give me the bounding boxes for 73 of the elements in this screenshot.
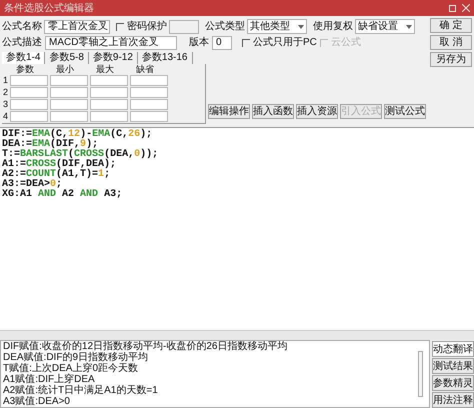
column-header: 最大 [95,64,115,74]
input-field[interactable] [50,98,88,110]
action-button[interactable]: 测试公式 [384,104,426,119]
input-field[interactable] [50,110,88,122]
panel-button[interactable]: 用法注释 [432,392,474,408]
code-line: A3:=DEA>0; [2,180,62,190]
close-icon[interactable] [462,4,470,12]
dropdown[interactable]: 缺省设置 [355,19,415,34]
action-button[interactable]: 取 消 [430,35,472,50]
caret-icon [406,24,412,28]
code-line: T:=BARSLAST(CROSS(DEA,0)); [2,150,158,160]
vertical-scrollbar[interactable] [418,351,423,397]
input-field[interactable] [90,86,128,98]
horizontal-scrollbar[interactable] [0,330,474,340]
explanation-line: A2赋值:统计T日中满足A1的天数=1 [3,385,158,396]
input-field[interactable] [50,74,88,86]
explanation-line: A3赋值:DEA>0 [3,396,70,407]
checkbox-label: 密码保护 [127,20,167,34]
input-field[interactable] [90,74,128,86]
code-line: A1:=CROSS(DIF,DEA); [2,160,116,170]
action-button[interactable]: 编辑操作 [208,104,250,119]
text-field[interactable]: 0 [212,36,232,50]
panel-button[interactable]: 参数精灵 [432,375,474,391]
text-field[interactable]: 零上首次金叉 [44,20,110,34]
code-editor[interactable]: DIF:=EMA(C,12)-EMA(C,26); DEA:=EMA(DIF,9); T:=BARSLAST(CROSS(DEA,0)); A1:=CROSS(DIF,DEA); A2:=COUNT(A1,T)=1; A3:=DEA>0; XG:A1 AND A2 AND A3; [0,127,474,330]
action-button[interactable]: 另存为 [430,52,472,67]
checkbox[interactable] [242,38,250,46]
field-label: 版本 [189,36,209,50]
action-button[interactable]: 插入资源 [296,104,338,119]
input-field[interactable] [130,98,168,110]
tab[interactable]: 参数1-4 [2,52,46,64]
input-field[interactable] [90,98,128,110]
input-field[interactable] [10,86,48,98]
explanation-line: DEA赋值:DIF的9日指数移动平均 [3,352,148,363]
field-label: 公式描述 [2,36,42,50]
field-label: 公式类型 [205,20,245,34]
checkbox-label: 云公式 [330,36,361,50]
maximize-icon[interactable] [449,4,456,12]
dropdown[interactable]: 其他类型 [247,19,307,34]
code-line: XG:A1 AND A2 AND A3; [2,190,122,200]
row-number: 4 [2,111,8,121]
column-header: 最小 [55,64,75,74]
input-field[interactable] [50,86,88,98]
input-field[interactable] [130,86,168,98]
panel-button[interactable]: 动态翻译 [432,341,474,357]
input-field[interactable] [130,110,168,122]
column-header: 缺省 [135,64,155,74]
column-header: 参数 [15,64,35,74]
row-number: 2 [2,87,8,97]
input-field[interactable] [130,74,168,86]
input-field[interactable] [90,110,128,122]
text-field[interactable] [169,20,199,34]
input-field[interactable] [10,98,48,110]
field-label: 使用复权 [313,20,353,34]
window-title: 条件选股公式编辑器 [4,2,94,16]
panel-button[interactable]: 测试结果 [432,358,474,374]
row-number: 1 [2,75,8,85]
explanation-line: DIF赋值:收盘价的12日指数移动平均-收盘价的26日指数移动平均 [3,341,288,352]
explanation-line: A1赋值:DIF上穿DEA [3,374,95,385]
checkbox-label: 公式只用于PC [253,36,317,50]
code-line: DIF:=EMA(C,12)-EMA(C,26); [2,130,152,140]
input-field[interactable] [10,74,48,86]
action-button[interactable]: 确 定 [430,18,472,33]
action-button[interactable]: 插入函数 [252,104,294,119]
checkbox[interactable] [116,22,124,30]
text-field[interactable]: MACD零轴之上首次金叉 [45,36,177,50]
caret-icon [298,24,304,28]
explanation-line: T赋值:上次DEA上穿0距今天数 [3,363,138,374]
code-line: DEA:=EMA(DIF,9); [2,140,98,150]
code-line: A2:=COUNT(A1,T)=1; [2,170,110,180]
field-label: 公式名称 [2,20,42,34]
input-field[interactable] [10,110,48,122]
row-number: 3 [2,99,8,109]
